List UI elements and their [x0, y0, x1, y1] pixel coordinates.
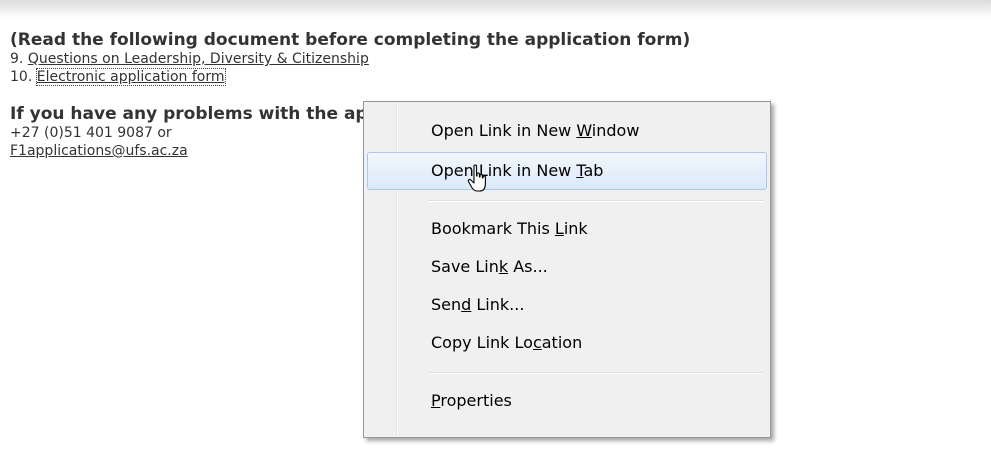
menu-item-copy-link-location[interactable]: Copy Link Location — [367, 324, 767, 362]
link-context-menu: Open Link in New Window Open Link in New… — [363, 101, 771, 438]
list-item-9: 9. Questions on Leadership, Diversity & … — [10, 50, 985, 68]
menu-item-send-link[interactable]: Send Link... — [367, 286, 767, 324]
leadership-questions-link[interactable]: Questions on Leadership, Diversity & Cit… — [28, 51, 369, 67]
read-document-heading: (Read the following document before comp… — [10, 30, 691, 50]
menu-item-open-new-window[interactable]: Open Link in New Window — [367, 112, 767, 150]
browser-page: (Read the following document before comp… — [0, 0, 991, 464]
list-item-9-number: 9. — [10, 51, 28, 67]
menu-item-save-link-as[interactable]: Save Link As... — [367, 248, 767, 286]
hand-pointer-cursor-icon — [467, 164, 486, 192]
menu-item-open-new-tab[interactable]: Open Link in New Tab — [367, 152, 767, 190]
list-item-10-number: 10. — [10, 69, 37, 85]
menu-item-properties[interactable]: Properties — [367, 382, 767, 420]
menu-separator — [428, 200, 764, 202]
list-item-10: 10. Electronic application form — [10, 68, 985, 86]
contact-email-link[interactable]: F1applications@ufs.ac.za — [10, 143, 188, 159]
menu-separator — [428, 372, 764, 374]
toolbar-shadow — [0, 0, 991, 18]
menu-item-bookmark-link[interactable]: Bookmark This Link — [367, 210, 767, 248]
electronic-application-form-link[interactable]: Electronic application form — [35, 68, 226, 86]
